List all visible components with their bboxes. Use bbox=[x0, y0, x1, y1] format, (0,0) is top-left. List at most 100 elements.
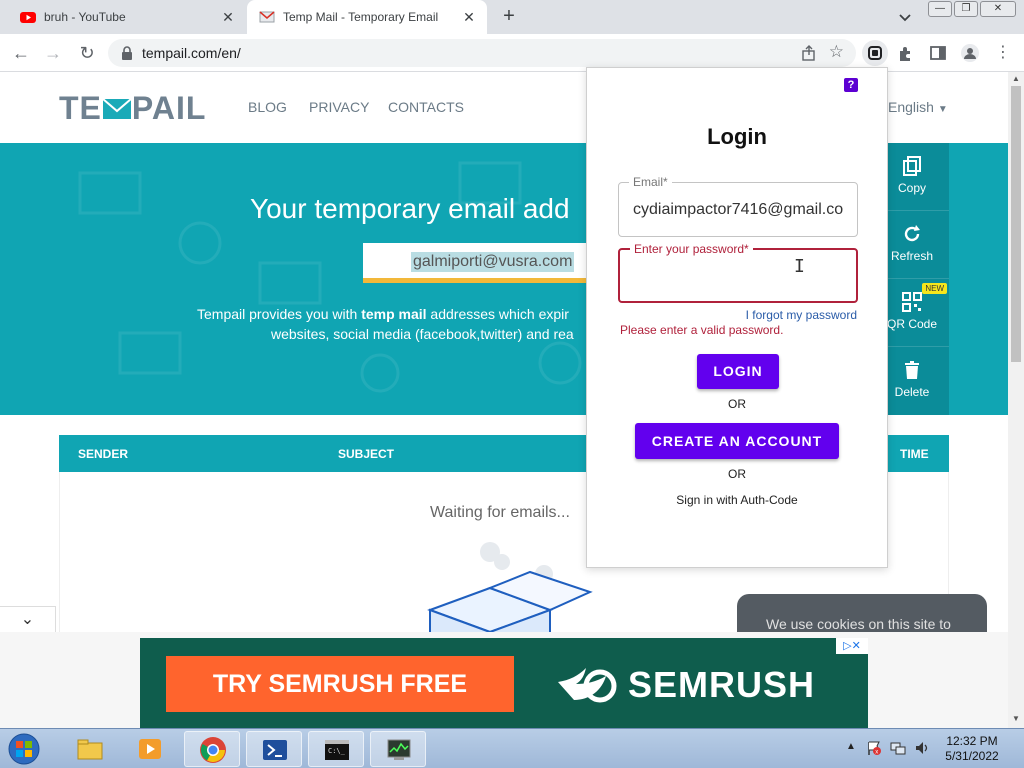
gmail-like-icon bbox=[259, 11, 275, 23]
column-time: TIME bbox=[900, 447, 929, 461]
tab-temp-mail[interactable]: Temp Mail - Temporary Email ✕ bbox=[247, 0, 487, 34]
tab-title: Temp Mail - Temporary Email bbox=[283, 10, 439, 24]
semrush-ad[interactable]: TRY SEMRUSH FREE SEMRUSH ▷✕ bbox=[140, 638, 868, 728]
adchoices-icon[interactable]: ▷✕ bbox=[836, 638, 868, 654]
semrush-brand-text: SEMRUSH bbox=[628, 664, 816, 705]
desc-suffix: addresses which expir bbox=[426, 306, 569, 322]
bookmark-star-icon[interactable]: ☆ bbox=[829, 42, 844, 62]
forgot-password-link[interactable]: I forgot my password bbox=[587, 308, 857, 322]
auth-code-link[interactable]: Sign in with Auth-Code bbox=[587, 493, 887, 507]
tab-youtube[interactable]: bruh - YouTube ✕ bbox=[10, 0, 246, 34]
email-field[interactable]: Email* cydiaimpactor7416@gmail.com bbox=[618, 175, 858, 237]
folder-icon bbox=[77, 739, 103, 760]
taskbar-powershell[interactable] bbox=[246, 731, 302, 767]
or-separator: OR bbox=[728, 467, 746, 481]
minimize-icon[interactable]: — bbox=[928, 1, 952, 17]
ad-banner-strip: TRY SEMRUSH FREE SEMRUSH ▷✕ bbox=[0, 632, 1008, 728]
new-badge: NEW bbox=[922, 283, 947, 294]
forward-arrow-icon[interactable]: → bbox=[42, 42, 64, 64]
collapse-panel-tab[interactable]: ⌄ bbox=[0, 606, 56, 634]
copy-icon bbox=[903, 156, 921, 176]
network-icon[interactable] bbox=[890, 740, 906, 756]
column-sender: SENDER bbox=[78, 447, 129, 461]
system-tray: ▲ x 12:32 PM 5/31/2022 bbox=[844, 729, 1024, 768]
password-field-label: Enter your password* bbox=[630, 242, 753, 256]
close-tab-icon[interactable]: ✕ bbox=[220, 9, 236, 25]
create-account-button[interactable]: CREATE AN ACCOUNT bbox=[635, 423, 839, 459]
temp-email-address[interactable]: galmiporti@vusra.com bbox=[411, 252, 575, 272]
taskbar-file-explorer[interactable] bbox=[62, 731, 118, 767]
taskbar-task-manager[interactable] bbox=[370, 731, 426, 767]
cookie-text: We use cookies on this site to bbox=[766, 616, 951, 632]
delete-label: Delete bbox=[894, 385, 930, 399]
copy-label: Copy bbox=[897, 181, 926, 195]
extension-active-icon[interactable] bbox=[862, 40, 888, 66]
volume-icon[interactable] bbox=[914, 740, 930, 756]
profile-avatar-icon[interactable] bbox=[960, 43, 980, 63]
waiting-message: Waiting for emails... bbox=[430, 504, 570, 521]
desc-bold: temp mail bbox=[361, 306, 427, 322]
taskbar-media-player[interactable] bbox=[122, 731, 178, 767]
reload-icon[interactable]: ↻ bbox=[76, 42, 98, 64]
close-window-icon[interactable]: ✕ bbox=[980, 1, 1016, 17]
logo-text-left: TE bbox=[59, 90, 102, 126]
chevron-down-icon: ⌄ bbox=[20, 611, 35, 628]
nav-blog[interactable]: BLOG bbox=[248, 99, 287, 115]
lock-icon bbox=[122, 46, 132, 60]
password-field[interactable]: Enter your password* I bbox=[618, 242, 858, 303]
show-hidden-icons-icon[interactable]: ▲ bbox=[846, 741, 856, 752]
taskbar-command-prompt[interactable]: C:\_ bbox=[308, 731, 364, 767]
language-label: English bbox=[888, 99, 934, 115]
scroll-up-arrow-icon[interactable]: ▲ bbox=[1011, 74, 1021, 84]
side-panel-icon[interactable] bbox=[928, 43, 948, 63]
password-error-message: Please enter a valid password. bbox=[620, 323, 784, 337]
clock-time: 12:32 PM bbox=[946, 734, 998, 748]
new-tab-icon[interactable]: + bbox=[498, 6, 520, 28]
help-icon[interactable]: ? bbox=[844, 78, 858, 92]
kebab-menu-icon[interactable]: ⋮ bbox=[993, 43, 1013, 63]
share-icon[interactable] bbox=[800, 44, 818, 62]
restore-icon[interactable]: ❐ bbox=[954, 1, 978, 17]
description-line-2: websites, social media (facebook,twitter… bbox=[271, 326, 574, 342]
trash-icon bbox=[905, 361, 919, 379]
email-address-box[interactable]: galmiporti@vusra.com bbox=[363, 243, 593, 283]
chrome-icon bbox=[200, 737, 226, 763]
system-clock[interactable]: 12:32 PM 5/31/2022 bbox=[936, 734, 1008, 764]
close-tab-icon[interactable]: ✕ bbox=[461, 9, 477, 25]
popup-title: Login bbox=[707, 124, 767, 149]
semrush-logo: SEMRUSH bbox=[556, 662, 846, 706]
login-button[interactable]: LOGIN bbox=[697, 354, 779, 389]
empty-box-illustration bbox=[427, 542, 593, 640]
desc-prefix: Tempail provides you with bbox=[197, 306, 362, 322]
back-arrow-icon[interactable]: ← bbox=[10, 42, 32, 64]
nav-contacts[interactable]: CONTACTS bbox=[388, 99, 464, 115]
chevron-down-icon[interactable] bbox=[896, 8, 914, 26]
login-popup: ? Login Email* cydiaimpactor7416@gmail.c… bbox=[586, 67, 888, 568]
qr-code-label: QR Code bbox=[886, 317, 938, 331]
language-selector[interactable]: English ▼ bbox=[888, 99, 948, 115]
powershell-icon bbox=[263, 740, 287, 760]
email-field-value[interactable]: cydiaimpactor7416@gmail.com bbox=[633, 201, 843, 219]
refresh-label: Refresh bbox=[890, 249, 934, 263]
ad-cta-button[interactable]: TRY SEMRUSH FREE bbox=[166, 656, 514, 712]
url-text: tempail.com/en/ bbox=[142, 45, 241, 61]
tempail-logo[interactable]: TE PAIL bbox=[59, 90, 206, 127]
logo-text-right: PAIL bbox=[131, 90, 207, 126]
svg-text:x: x bbox=[875, 750, 878, 756]
action-center-flag-icon[interactable]: x bbox=[866, 740, 882, 756]
browser-tab-strip: bruh - YouTube ✕ Temp Mail - Temporary E… bbox=[0, 0, 1024, 34]
scrollbar-thumb[interactable] bbox=[1011, 86, 1021, 362]
youtube-icon bbox=[20, 12, 36, 23]
scroll-down-arrow-icon[interactable]: ▼ bbox=[1011, 714, 1021, 724]
extensions-puzzle-icon[interactable] bbox=[896, 43, 916, 63]
taskbar-chrome[interactable] bbox=[184, 731, 240, 767]
address-bar[interactable]: tempail.com/en/ ☆ bbox=[108, 39, 856, 67]
envelope-m-icon bbox=[102, 98, 132, 119]
text-cursor-icon: I bbox=[794, 256, 805, 277]
nav-privacy[interactable]: PRIVACY bbox=[309, 99, 369, 115]
windows-start-icon[interactable] bbox=[4, 731, 44, 767]
qr-code-icon bbox=[902, 292, 922, 312]
clock-date: 5/31/2022 bbox=[945, 749, 999, 763]
page-scrollbar[interactable]: ▲ ▼ bbox=[1008, 72, 1024, 728]
svg-text:C:\_: C:\_ bbox=[328, 747, 346, 755]
